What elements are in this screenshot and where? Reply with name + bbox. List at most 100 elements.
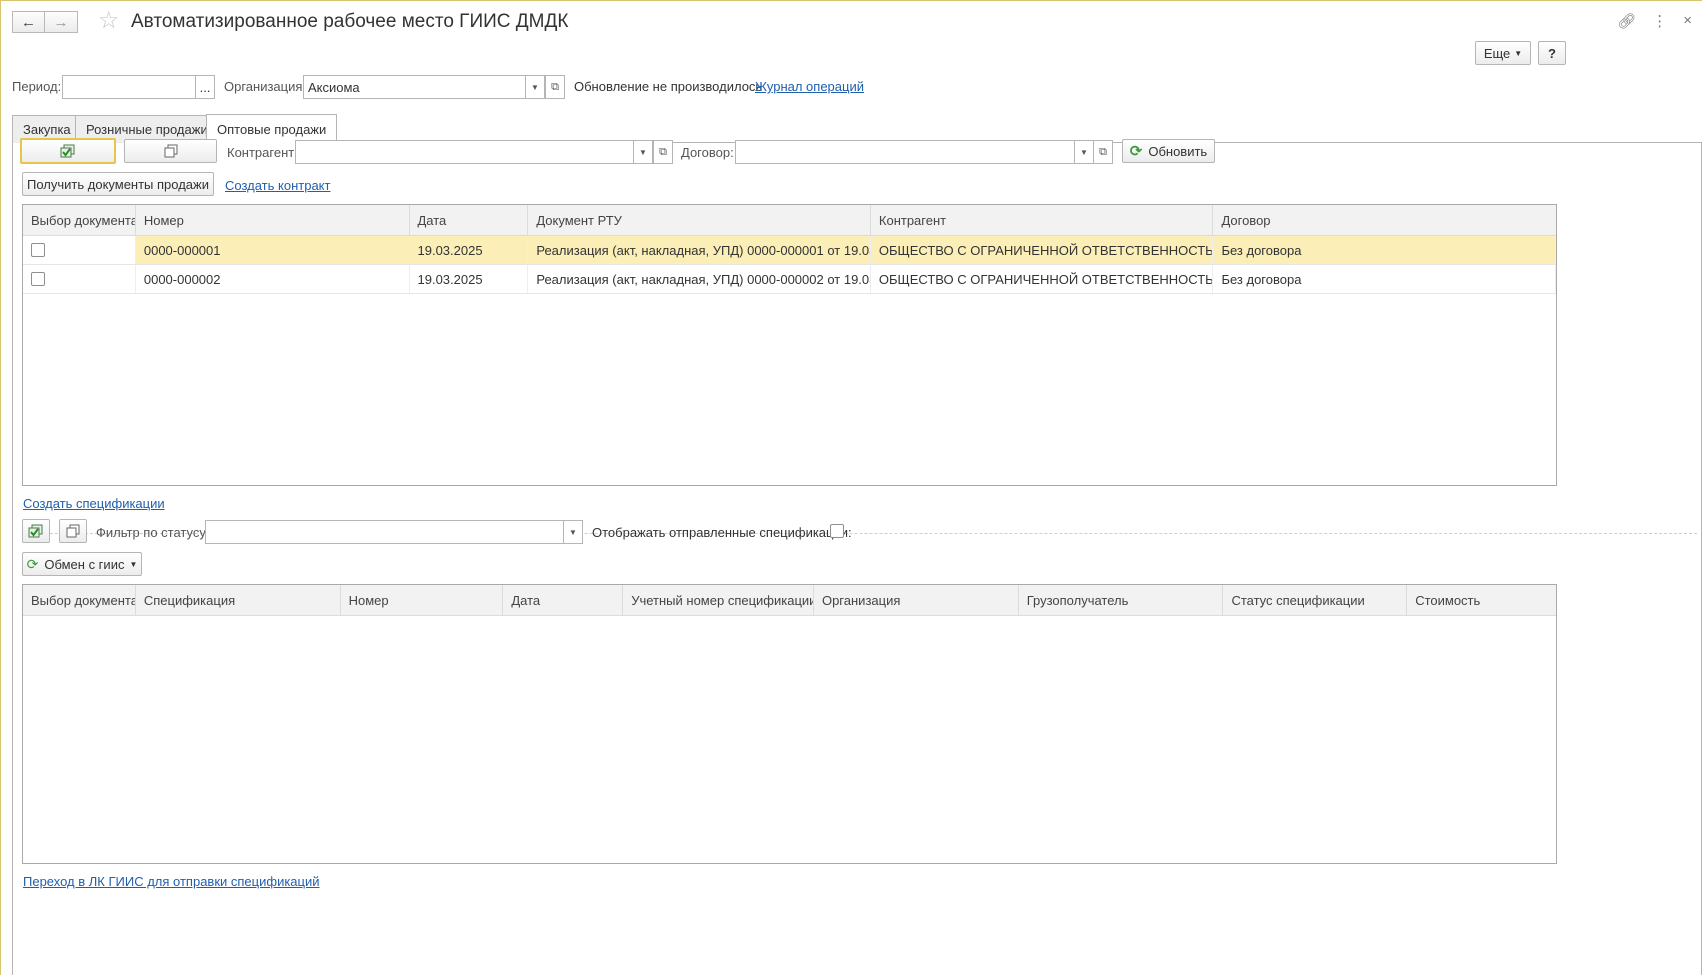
row-checkbox[interactable] bbox=[31, 272, 45, 286]
row-checkbox[interactable] bbox=[31, 243, 45, 257]
check-all-icon bbox=[28, 524, 43, 538]
row-contract: Без договора bbox=[1213, 265, 1556, 293]
period-select-button[interactable]: ... bbox=[195, 75, 215, 99]
more-button[interactable]: Еще ▼ bbox=[1475, 41, 1531, 65]
update-status: Обновление не производилось bbox=[574, 79, 763, 94]
exchange-icon: ⟳ bbox=[26, 555, 39, 572]
row-select-cell[interactable] bbox=[23, 265, 136, 293]
col-date[interactable]: Дата bbox=[503, 585, 624, 615]
col-select[interactable]: Выбор документа bbox=[23, 205, 136, 235]
journal-link[interactable]: Журнал операций bbox=[755, 79, 864, 94]
tab-wholesale[interactable]: Оптовые продажи bbox=[206, 114, 338, 143]
col-spec-status[interactable]: Статус спецификации bbox=[1223, 585, 1408, 615]
more-button-label: Еще bbox=[1483, 45, 1511, 61]
page-title: Автоматизированное рабочее место ГИИС ДМ… bbox=[131, 11, 569, 32]
uncheck-all-icon bbox=[164, 144, 177, 158]
col-contract[interactable]: Договор bbox=[1213, 205, 1556, 235]
col-number[interactable]: Номер bbox=[136, 205, 410, 235]
forward-button[interactable]: → bbox=[45, 11, 78, 33]
table-header: Выбор документа Номер Дата Документ РТУ … bbox=[23, 205, 1556, 236]
get-sales-docs-button[interactable]: Получить документы продажи bbox=[22, 172, 214, 196]
refresh-label: Обновить bbox=[1148, 143, 1208, 159]
col-date[interactable]: Дата bbox=[410, 205, 529, 235]
status-filter-dropdown-button[interactable]: ▼ bbox=[563, 520, 583, 544]
sales-docs-table: Выбор документа Номер Дата Документ РТУ … bbox=[22, 204, 1557, 486]
help-button[interactable]: ? bbox=[1538, 41, 1566, 65]
col-cost[interactable]: Стоимость bbox=[1407, 585, 1556, 615]
window-controls: 🔗︎ ⋮ × bbox=[1617, 12, 1692, 30]
chevron-down-icon: ▼ bbox=[639, 147, 647, 157]
counterparty-open-button[interactable]: ⧉ bbox=[653, 140, 673, 164]
chevron-down-icon: ▼ bbox=[1080, 147, 1088, 157]
col-consignee[interactable]: Грузополучатель bbox=[1019, 585, 1224, 615]
col-specification[interactable]: Спецификация bbox=[136, 585, 341, 615]
open-icon: ⧉ bbox=[659, 145, 667, 158]
table-row[interactable]: 0000-000002 19.03.2025 Реализация (акт, … bbox=[23, 265, 1556, 294]
period-label: Период: bbox=[12, 79, 62, 94]
unselect-all-button[interactable] bbox=[124, 139, 217, 163]
open-icon: ⧉ bbox=[1099, 145, 1107, 158]
specs-table: Выбор документа Спецификация Номер Дата … bbox=[22, 584, 1557, 864]
contract-open-button[interactable]: ⧉ bbox=[1093, 140, 1113, 164]
uncheck-all-icon bbox=[66, 524, 80, 538]
back-button[interactable]: ← bbox=[12, 11, 45, 33]
table-row[interactable]: 0000-000001 19.03.2025 Реализация (акт, … bbox=[23, 236, 1556, 265]
row-counterparty: ОБЩЕСТВО С ОГРАНИЧЕННОЙ ОТВЕТСТВЕННОСТЬ.… bbox=[871, 236, 1214, 264]
check-all-icon bbox=[60, 144, 75, 158]
create-contract-link[interactable]: Создать контракт bbox=[225, 178, 330, 193]
row-date: 19.03.2025 bbox=[410, 236, 529, 264]
org-label: Организация: bbox=[224, 79, 307, 94]
link-icon[interactable]: 🔗︎ bbox=[1617, 12, 1636, 30]
row-rtu-doc: Реализация (акт, накладная, УПД) 0000-00… bbox=[528, 236, 871, 264]
period-input[interactable] bbox=[62, 75, 196, 99]
chevron-down-icon: ▼ bbox=[531, 82, 539, 92]
goto-giis-link[interactable]: Переход в ЛК ГИИС для отправки специфика… bbox=[23, 874, 320, 889]
specs-select-all-button[interactable] bbox=[22, 519, 50, 543]
row-contract: Без договора bbox=[1213, 236, 1556, 264]
favorite-star-icon[interactable]: ☆ bbox=[98, 9, 120, 33]
counterparty-label: Контрагент: bbox=[227, 145, 298, 160]
arrow-left-icon: ← bbox=[21, 13, 36, 31]
counterparty-input[interactable]: ▼ bbox=[295, 140, 653, 164]
chevron-down-icon: ▼ bbox=[129, 559, 138, 569]
row-number: 0000-000001 bbox=[136, 236, 410, 264]
col-counterparty[interactable]: Контрагент bbox=[871, 205, 1214, 235]
org-input[interactable]: Аксиома ▼ bbox=[303, 75, 545, 99]
status-filter-label: Фильтр по статусу: bbox=[96, 525, 210, 540]
exchange-giis-button[interactable]: ⟳ Обмен с гиис ▼ bbox=[22, 552, 142, 576]
more-vertical-icon[interactable]: ⋮ bbox=[1652, 12, 1667, 30]
col-rtu-doc[interactable]: Документ РТУ bbox=[528, 205, 871, 235]
col-spec-account-number[interactable]: Учетный номер спецификации bbox=[623, 585, 814, 615]
tab-panel-left-border bbox=[12, 142, 13, 975]
open-icon: ⧉ bbox=[551, 80, 559, 93]
org-open-button[interactable]: ⧉ bbox=[545, 75, 565, 99]
org-dropdown-button[interactable]: ▼ bbox=[525, 75, 545, 99]
exchange-label: Обмен с гиис bbox=[44, 556, 125, 572]
col-number[interactable]: Номер bbox=[341, 585, 504, 615]
row-number: 0000-000002 bbox=[136, 265, 410, 293]
row-rtu-doc: Реализация (акт, накладная, УПД) 0000-00… bbox=[528, 265, 871, 293]
create-specs-link[interactable]: Создать спецификации bbox=[23, 496, 165, 511]
specs-unselect-all-button[interactable] bbox=[59, 519, 87, 543]
arrow-right-icon: → bbox=[53, 13, 69, 31]
row-date: 19.03.2025 bbox=[410, 265, 529, 293]
select-all-button[interactable] bbox=[20, 138, 116, 164]
refresh-icon: ⟳ bbox=[1129, 143, 1143, 160]
status-filter-input[interactable]: ▼ bbox=[205, 520, 583, 544]
counterparty-dropdown-button[interactable]: ▼ bbox=[633, 140, 653, 164]
show-sent-checkbox[interactable] bbox=[830, 524, 844, 538]
contract-label: Договор: bbox=[681, 145, 734, 160]
refresh-button[interactable]: ⟳ Обновить bbox=[1122, 139, 1215, 163]
show-sent-label: Отображать отправленные спецификации: bbox=[592, 525, 852, 540]
row-select-cell[interactable] bbox=[23, 236, 136, 264]
col-organization[interactable]: Организация bbox=[814, 585, 1019, 615]
contract-dropdown-button[interactable]: ▼ bbox=[1074, 140, 1094, 164]
chevron-down-icon: ▼ bbox=[1514, 48, 1523, 58]
contract-input[interactable]: ▼ bbox=[735, 140, 1094, 164]
specs-table-header: Выбор документа Спецификация Номер Дата … bbox=[23, 585, 1556, 616]
org-value: Аксиома bbox=[308, 79, 360, 95]
nav-buttons: ← → bbox=[12, 11, 78, 33]
chevron-down-icon: ▼ bbox=[569, 527, 577, 537]
col-select[interactable]: Выбор документа bbox=[23, 585, 136, 615]
close-icon[interactable]: × bbox=[1683, 12, 1692, 30]
